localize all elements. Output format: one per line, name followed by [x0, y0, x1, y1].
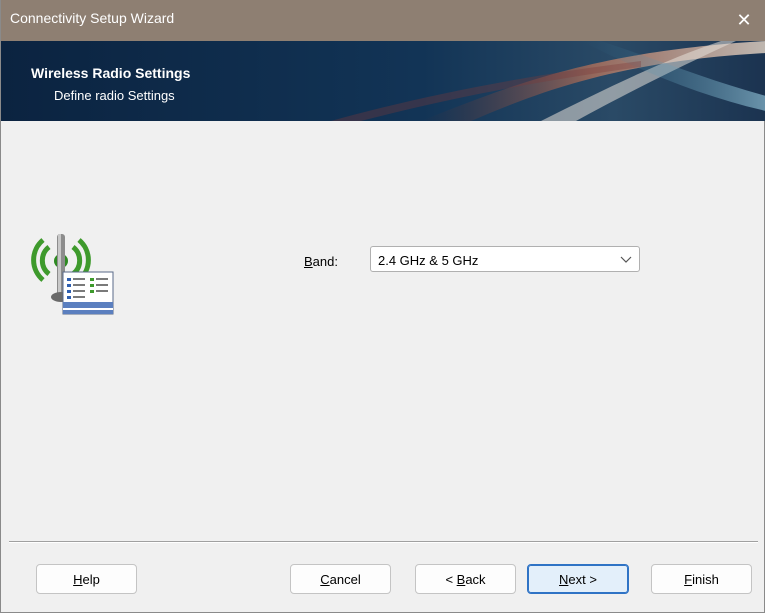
next-label: ext >	[568, 571, 597, 587]
help-button[interactable]: Help	[36, 564, 137, 594]
next-button[interactable]: Next >	[527, 564, 629, 594]
cancel-label: ancel	[329, 571, 361, 587]
band-select[interactable]: 2.4 GHz & 5 GHz	[370, 246, 640, 272]
band-label-accelerator: B	[304, 254, 313, 269]
help-accelerator: H	[73, 571, 83, 587]
close-icon[interactable]: ✕	[722, 0, 765, 41]
band-label: Band:	[304, 254, 338, 269]
finish-button[interactable]: Finish	[651, 564, 752, 594]
page-heading: Wireless Radio Settings	[31, 65, 191, 81]
band-label-text: and:	[312, 254, 338, 269]
finish-accelerator: F	[684, 571, 693, 587]
next-accelerator: N	[559, 571, 569, 587]
title-bar: Connectivity Setup Wizard ✕	[1, 0, 765, 41]
wizard-header-banner: Wireless Radio Settings Define radio Set…	[1, 41, 765, 121]
footer-divider	[9, 541, 758, 543]
window-title: Connectivity Setup Wizard	[10, 10, 175, 26]
back-button[interactable]: < Back	[415, 564, 516, 594]
help-label: elp	[82, 571, 100, 587]
wireless-radio-settings-icon	[27, 234, 117, 327]
cancel-button[interactable]: Cancel	[290, 564, 391, 594]
back-accelerator: B	[456, 571, 466, 587]
wizard-content: Band: 2.4 GHz & 5 GHz	[1, 121, 765, 542]
band-select-value: 2.4 GHz & 5 GHz	[378, 253, 479, 268]
banner-swoosh-graphic	[1, 41, 765, 121]
finish-label: inish	[692, 571, 719, 587]
wizard-window: Connectivity Setup Wizard ✕ Wireless Rad…	[0, 0, 765, 613]
page-subheading: Define radio Settings	[54, 88, 175, 103]
back-label: ack	[465, 571, 486, 587]
cancel-accelerator: C	[320, 571, 330, 587]
chevron-down-icon	[619, 252, 633, 269]
back-prefix: <	[445, 571, 457, 587]
